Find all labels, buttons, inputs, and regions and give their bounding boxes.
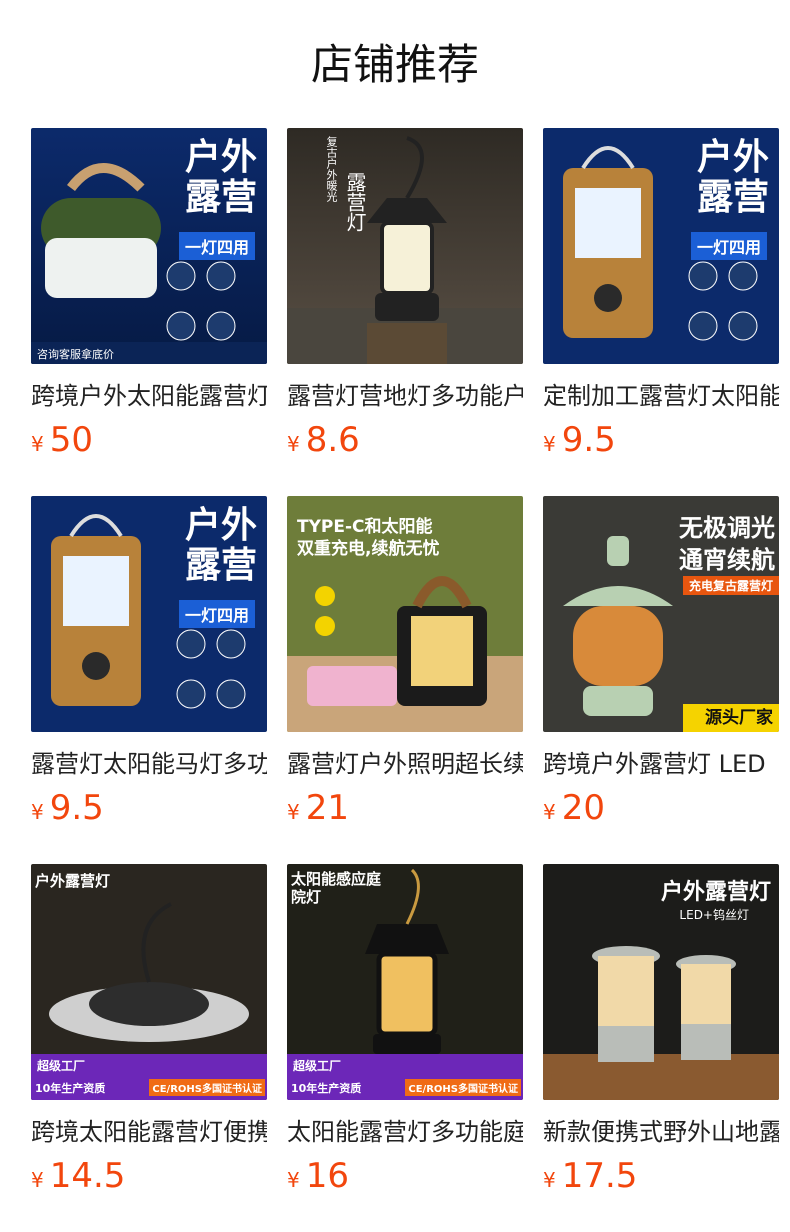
product-card[interactable]: 户外露营灯 LED+钨丝灯 新款便携式野外山地露营 ¥17.5: [543, 864, 779, 1198]
image-headline: 露营: [184, 545, 257, 586]
image-badge: CE/ROHS多国证书认证: [149, 1079, 265, 1096]
currency-symbol: ¥: [31, 800, 44, 824]
product-card[interactable]: 户外 露营 一灯四用 露营灯太阳能马灯多功能 ¥9.5: [31, 496, 267, 830]
image-side-text: 复古户外暖光: [325, 136, 338, 202]
product-price: ¥20: [543, 786, 779, 830]
product-price: ¥9.5: [31, 786, 267, 830]
image-headline: 露营: [184, 177, 257, 218]
product-card[interactable]: 复古户外暖光 露营灯 露营灯营地灯多功能户外 ¥8.6: [287, 128, 523, 462]
product-card[interactable]: 户外露营灯 超级工厂 10年生产资质 CE/ROHS多国证书认证 跨境太阳能露营…: [31, 864, 267, 1198]
product-image[interactable]: 太阳能感应庭院灯 超级工厂 10年生产资质 CE/ROHS多国证书认证: [287, 864, 523, 1100]
image-badge: CE/ROHS多国证书认证: [405, 1079, 521, 1096]
product-name[interactable]: 露营灯太阳能马灯多功能: [31, 746, 267, 782]
image-headline: 露营灯: [343, 172, 367, 232]
currency-symbol: ¥: [543, 800, 556, 824]
currency-symbol: ¥: [287, 1168, 300, 1192]
price-amount: 50: [49, 420, 93, 460]
product-image[interactable]: 复古户外暖光 露营灯: [287, 128, 523, 364]
product-price: ¥50: [31, 418, 267, 462]
image-sub: LED+钨丝灯: [679, 908, 749, 922]
product-name[interactable]: 跨境户外露营灯 LED: [543, 746, 779, 782]
image-badge: 10年生产资质: [35, 1082, 106, 1095]
product-card[interactable]: 太阳能感应庭院灯 超级工厂 10年生产资质 CE/ROHS多国证书认证 太阳能露…: [287, 864, 523, 1198]
image-headline: 双重充电,续航无忧: [297, 539, 440, 559]
product-image[interactable]: TYPE-C和太阳能 双重充电,续航无忧: [287, 496, 523, 732]
product-image[interactable]: 无极调光 通宵续航 充电复古露营灯 源头厂家: [543, 496, 779, 732]
product-image[interactable]: 户外露营灯 LED+钨丝灯: [543, 864, 779, 1100]
currency-symbol: ¥: [287, 800, 300, 824]
product-card[interactable]: 户外 露营 一灯四用 定制加工露营灯太阳能 ¥9.5: [543, 128, 779, 462]
product-name[interactable]: 跨境太阳能露营灯便携: [31, 1114, 267, 1150]
product-name[interactable]: 露营灯户外照明超长续航: [287, 746, 523, 782]
image-tag: 一灯四用: [690, 232, 767, 260]
product-price: ¥17.5: [543, 1154, 779, 1198]
product-card[interactable]: TYPE-C和太阳能 双重充电,续航无忧 露营灯户外照明超长续航 ¥21: [287, 496, 523, 830]
image-tag: 一灯四用: [178, 232, 255, 260]
currency-symbol: ¥: [31, 432, 44, 456]
product-name[interactable]: 新款便携式野外山地露营: [543, 1114, 779, 1150]
product-price: ¥14.5: [31, 1154, 267, 1198]
image-headline: 无极调光: [679, 514, 775, 542]
currency-symbol: ¥: [543, 1168, 556, 1192]
product-card[interactable]: 户外 露营 一灯四用 咨询客服拿底价 跨境户外太阳能露营灯多功能 ¥50: [31, 128, 267, 462]
image-headline: 户外露营灯: [660, 880, 771, 905]
price-amount: 16: [305, 1156, 349, 1196]
currency-symbol: ¥: [31, 1168, 44, 1192]
image-headline: 户外露营灯: [35, 872, 111, 890]
price-amount: 17.5: [561, 1156, 638, 1196]
image-headline: 户外: [184, 137, 257, 178]
product-price: ¥21: [287, 786, 523, 830]
image-badge: 超级工厂: [37, 1059, 86, 1073]
image-headline: 露营: [696, 177, 769, 218]
product-name[interactable]: 太阳能露营灯多功能庭院: [287, 1114, 523, 1150]
price-amount: 14.5: [49, 1156, 126, 1196]
image-tag: 一灯四用: [178, 600, 255, 628]
price-amount: 20: [561, 788, 605, 828]
image-badge: 10年生产资质: [291, 1082, 362, 1095]
product-price: ¥9.5: [543, 418, 779, 462]
product-name[interactable]: 露营灯营地灯多功能户外: [287, 378, 523, 414]
product-image[interactable]: 户外露营灯 超级工厂 10年生产资质 CE/ROHS多国证书认证: [31, 864, 267, 1100]
image-badge: 超级工厂: [293, 1059, 342, 1073]
page-title: 店铺推荐: [310, 40, 479, 89]
product-name[interactable]: 定制加工露营灯太阳能: [543, 378, 779, 414]
product-price: ¥8.6: [287, 418, 523, 462]
product-price: ¥16: [287, 1154, 523, 1198]
price-amount: 9.5: [561, 420, 616, 460]
image-footer: 咨询客服拿底价: [37, 348, 114, 361]
product-card[interactable]: 无极调光 通宵续航 充电复古露营灯 源头厂家 跨境户外露营灯 LED ¥20: [543, 496, 779, 830]
price-amount: 9.5: [49, 788, 104, 828]
image-headline: 户外: [696, 137, 769, 178]
image-headline: 户外: [184, 505, 257, 546]
product-image[interactable]: 户外 露营 一灯四用: [543, 128, 779, 364]
product-name[interactable]: 跨境户外太阳能露营灯多功能: [31, 378, 267, 414]
product-image[interactable]: 户外 露营 一灯四用 咨询客服拿底价: [31, 128, 267, 364]
image-headline: 太阳能感应庭院灯: [291, 870, 382, 906]
image-footer: 源头厂家: [705, 708, 773, 728]
image-tag: 充电复古露营灯: [682, 576, 779, 595]
price-amount: 8.6: [305, 420, 360, 460]
currency-symbol: ¥: [287, 432, 300, 456]
price-amount: 21: [305, 788, 349, 828]
currency-symbol: ¥: [543, 432, 556, 456]
image-headline: 通宵续航: [679, 546, 775, 574]
product-image[interactable]: 户外 露营 一灯四用: [31, 496, 267, 732]
